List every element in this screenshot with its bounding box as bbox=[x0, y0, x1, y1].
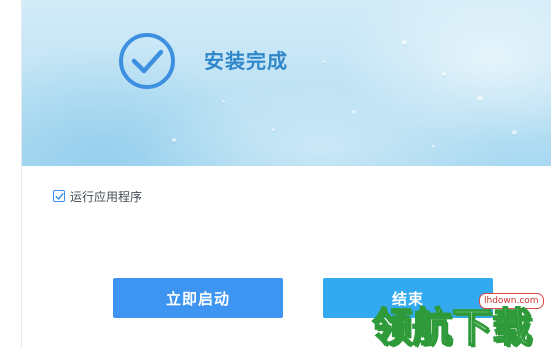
installer-window: 安装完成 运行应用程序 立即启动 结束 lhdown.com 领航下载 bbox=[0, 0, 551, 348]
water-droplet bbox=[402, 40, 407, 45]
water-droplet bbox=[322, 60, 325, 63]
water-droplet bbox=[172, 138, 176, 142]
water-droplet bbox=[272, 128, 275, 131]
finish-button[interactable]: 结束 bbox=[323, 278, 493, 318]
launch-now-button[interactable]: 立即启动 bbox=[113, 278, 283, 318]
page-title: 安装完成 bbox=[204, 49, 288, 73]
window-left-edge bbox=[0, 0, 22, 348]
run-app-checkbox[interactable] bbox=[53, 190, 65, 202]
run-app-option[interactable]: 运行应用程序 bbox=[53, 188, 142, 204]
water-droplet bbox=[442, 72, 446, 76]
water-droplet bbox=[352, 110, 356, 114]
water-droplet bbox=[432, 145, 435, 148]
checkmark-icon bbox=[54, 192, 64, 200]
water-droplet bbox=[477, 95, 483, 101]
completion-banner bbox=[22, 0, 551, 166]
run-app-label: 运行应用程序 bbox=[70, 189, 143, 204]
check-circle-icon bbox=[118, 32, 176, 90]
water-droplet bbox=[512, 130, 517, 135]
water-droplet bbox=[222, 100, 225, 103]
